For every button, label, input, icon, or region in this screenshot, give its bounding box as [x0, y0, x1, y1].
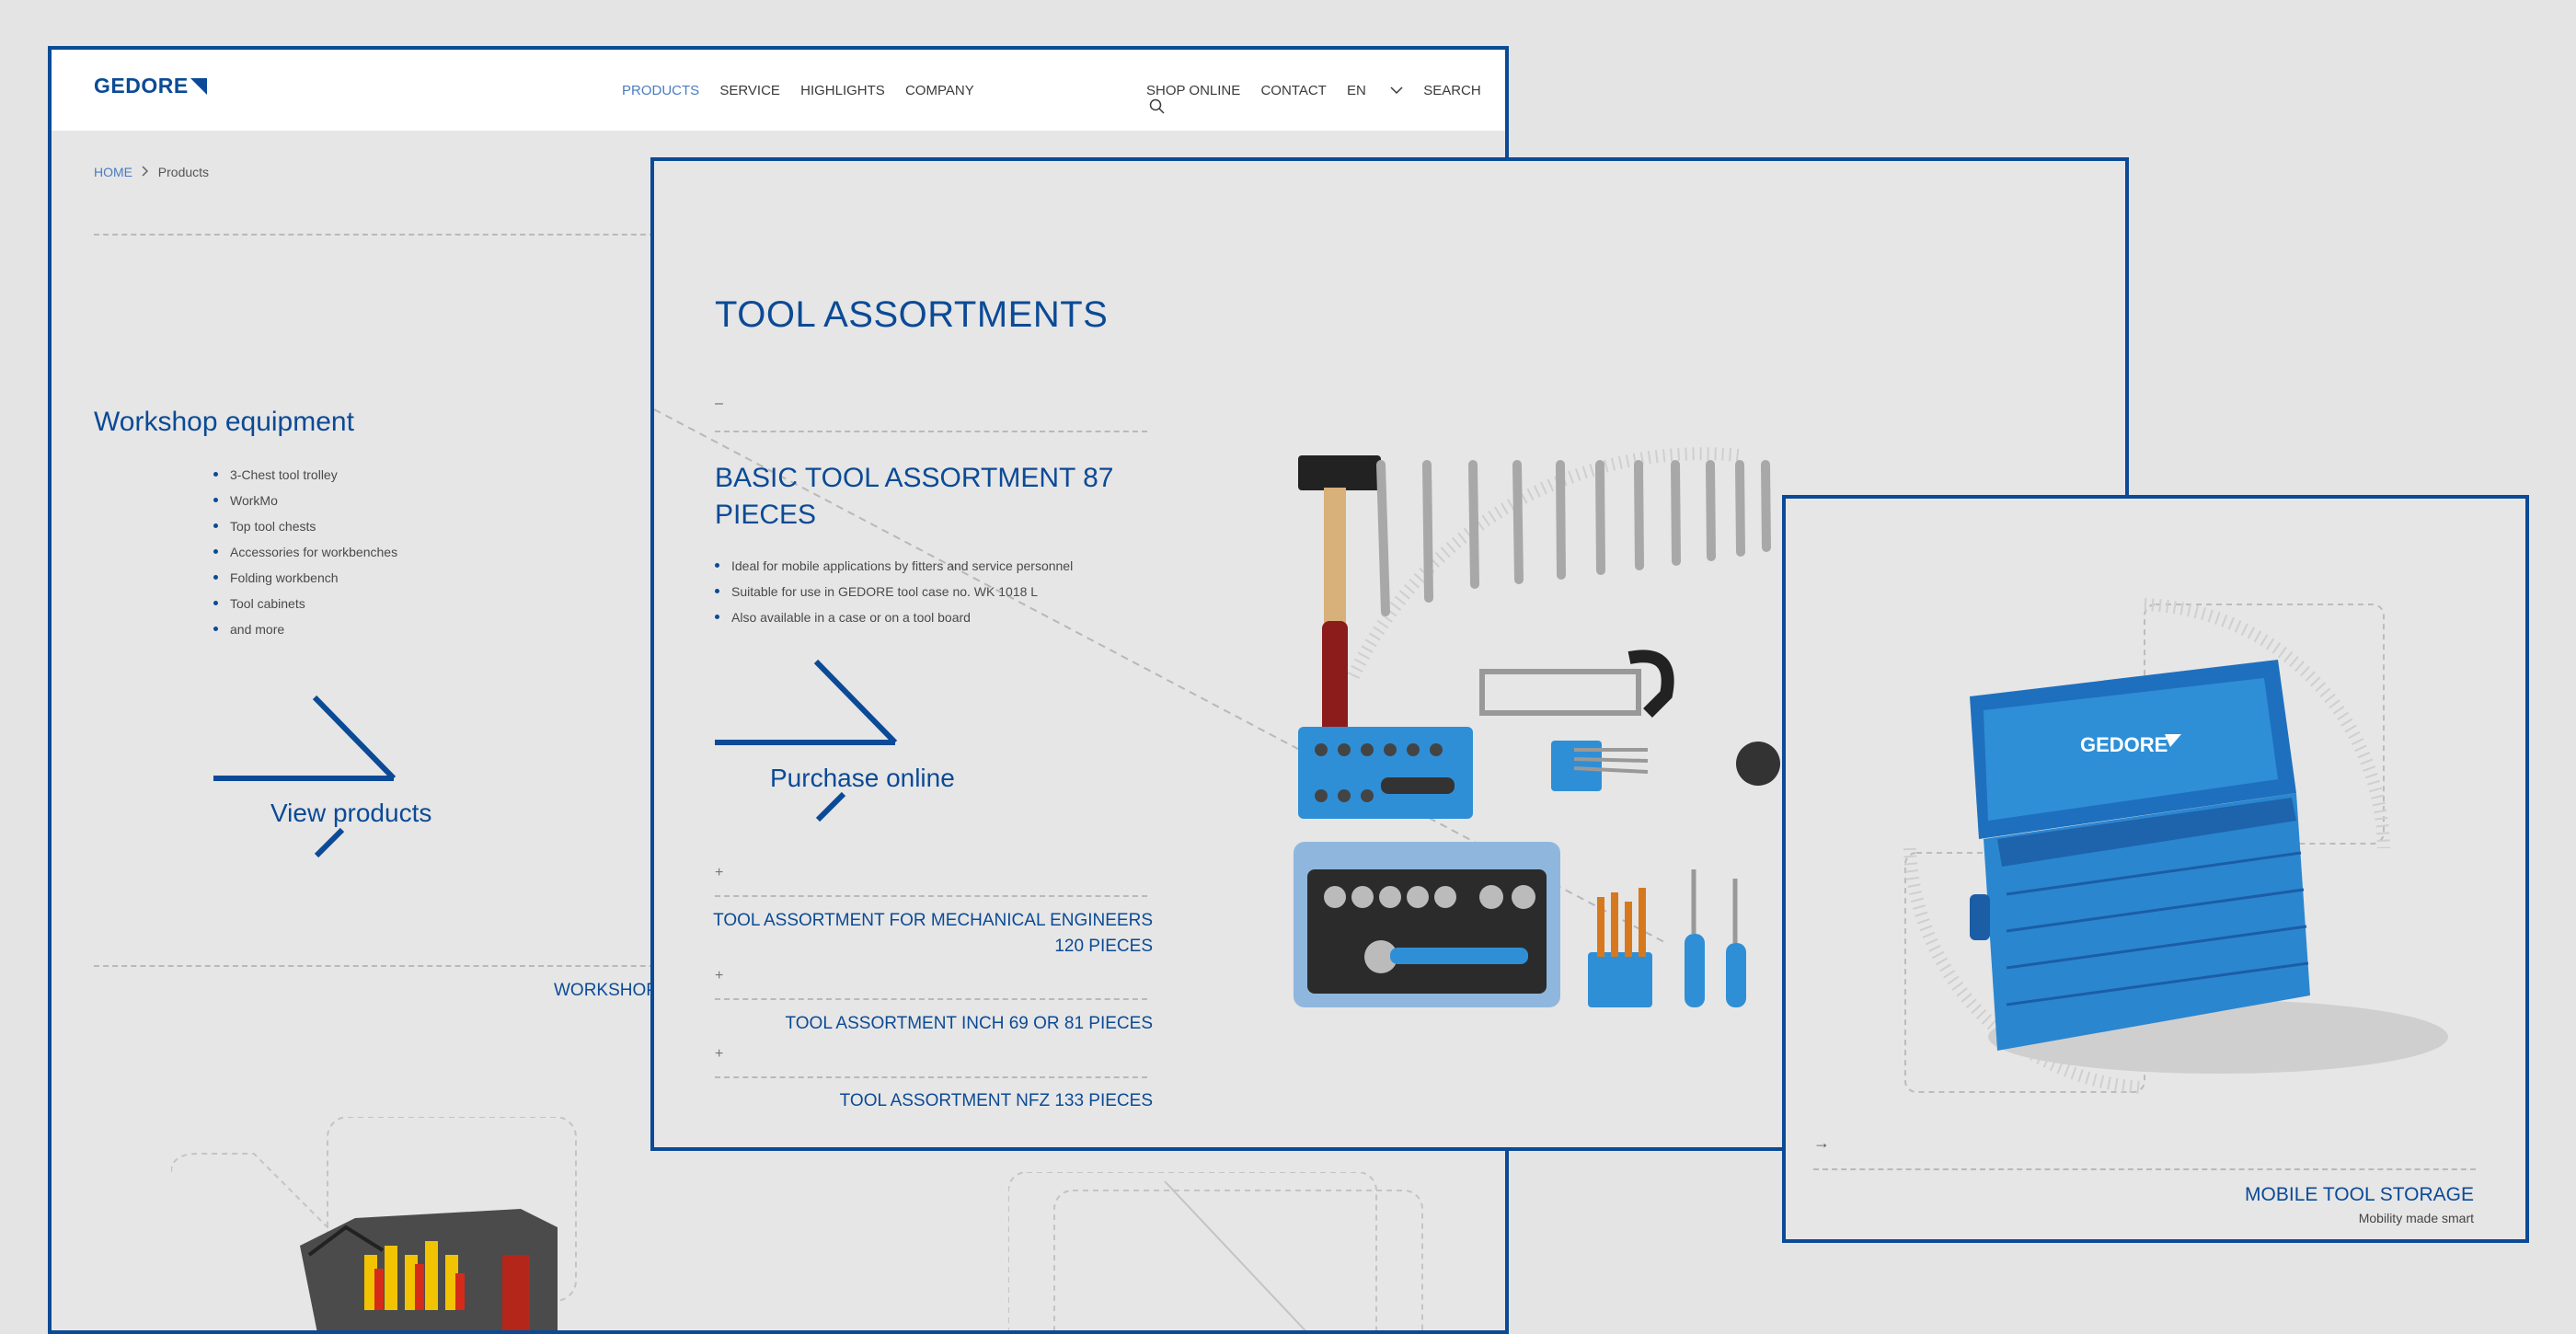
box-logo-text: GEDORE — [2080, 733, 2168, 756]
language-label: EN — [1347, 83, 1366, 98]
tool-box-image: GEDORE — [1903, 598, 2448, 1094]
gedore-logo[interactable]: GEDORE — [94, 74, 207, 98]
breadcrumb-home[interactable]: HOME — [94, 165, 132, 179]
expand-icon[interactable]: + — [715, 865, 723, 881]
list-item: WorkMo — [212, 488, 397, 513]
list-item: Folding workbench — [212, 565, 397, 591]
feature-list: Ideal for mobile applications by fitters… — [713, 553, 1073, 630]
list-item: Suitable for use in GEDORE tool case no.… — [713, 579, 1073, 604]
divider — [94, 965, 683, 967]
breadcrumb: HOME Products — [94, 165, 209, 179]
chevron-down-icon — [1390, 86, 1403, 95]
nav-company[interactable]: COMPANY — [905, 83, 974, 98]
storage-title[interactable]: MOBILE TOOL STORAGE — [2245, 1184, 2474, 1206]
divider — [715, 431, 1147, 432]
storage-subtitle: Mobility made smart — [2358, 1211, 2474, 1225]
accordion-item-label: TOOL ASSORTMENT FOR MECHANICAL ENGINEERS — [713, 911, 1153, 930]
list-item: Also available in a case or on a tool bo… — [713, 604, 1073, 630]
nav-service[interactable]: SERVICE — [719, 83, 780, 98]
divider — [94, 234, 655, 236]
product-title: BASIC TOOL ASSORTMENT 87 PIECES — [715, 463, 1114, 530]
divider — [1813, 1168, 2476, 1170]
nav-products[interactable]: PRODUCTS — [622, 83, 699, 98]
category-label[interactable]: WORKSHOP — [554, 981, 658, 1001]
feature-list: 3-Chest tool trolley WorkMo Top tool che… — [212, 462, 397, 642]
divider — [715, 1076, 1147, 1078]
list-item: Accessories for workbenches — [212, 539, 397, 565]
list-item: and more — [212, 616, 397, 642]
nav-highlights[interactable]: HIGHLIGHTS — [800, 83, 885, 98]
nav-contact[interactable]: CONTACT — [1260, 83, 1326, 98]
nav-shop-online[interactable]: SHOP ONLINE — [1146, 83, 1240, 98]
list-item: Ideal for mobile applications by fitters… — [713, 553, 1073, 579]
accordion-item[interactable]: TOOL ASSORTMENT INCH 69 OR 81 PIECES — [786, 1011, 1153, 1037]
tool-bag-image — [171, 1117, 577, 1330]
expand-icon[interactable]: + — [715, 1046, 723, 1063]
site-header: GEDORE PRODUCTS SERVICE HIGHLIGHTS COMPA… — [52, 50, 1505, 131]
search-label: SEARCH — [1423, 83, 1481, 98]
main-nav: PRODUCTS SERVICE HIGHLIGHTS COMPANY — [622, 83, 991, 98]
list-item: 3-Chest tool trolley — [212, 462, 397, 488]
breadcrumb-current: Products — [157, 165, 210, 179]
list-item: Tool cabinets — [212, 591, 397, 616]
accordion-item-sublabel: 120 PIECES — [1054, 937, 1153, 956]
purchase-online-arrow-icon[interactable] — [715, 658, 899, 823]
section-title: Workshop equipment — [94, 407, 354, 437]
view-products-arrow-icon[interactable] — [213, 694, 397, 859]
dash-mark: – — [715, 396, 723, 411]
mobile-tool-storage-window: GEDORE → MOBILE TOOL STORAGE Mobility ma… — [1782, 495, 2529, 1243]
purchase-online-link[interactable]: Purchase online — [770, 764, 955, 793]
arrow-right-icon[interactable]: → — [1813, 1133, 1830, 1153]
divider — [715, 998, 1147, 1000]
logo-flag-icon — [190, 78, 207, 95]
accordion-item[interactable]: TOOL ASSORTMENT FOR MECHANICAL ENGINEERS… — [713, 908, 1153, 960]
list-item: Top tool chests — [212, 513, 397, 539]
accordion-item-label: TOOL ASSORTMENT NFZ 133 PIECES — [839, 1091, 1153, 1110]
search-icon — [1149, 98, 1165, 114]
chevron-right-icon — [142, 166, 148, 177]
accordion-item[interactable]: TOOL ASSORTMENT NFZ 133 PIECES — [840, 1088, 1153, 1114]
page-title: TOOL ASSORTMENTS — [715, 294, 1109, 335]
language-selector[interactable]: EN — [1347, 83, 1403, 98]
divider — [715, 895, 1147, 897]
accordion-item-label: TOOL ASSORTMENT INCH 69 OR 81 PIECES — [785, 1014, 1153, 1033]
view-products-link[interactable]: View products — [270, 799, 431, 828]
expand-icon[interactable]: + — [715, 968, 723, 984]
utility-nav: SHOP ONLINE CONTACT EN SEARCH — [1146, 83, 1505, 115]
decorative-outline — [1008, 1172, 1423, 1330]
